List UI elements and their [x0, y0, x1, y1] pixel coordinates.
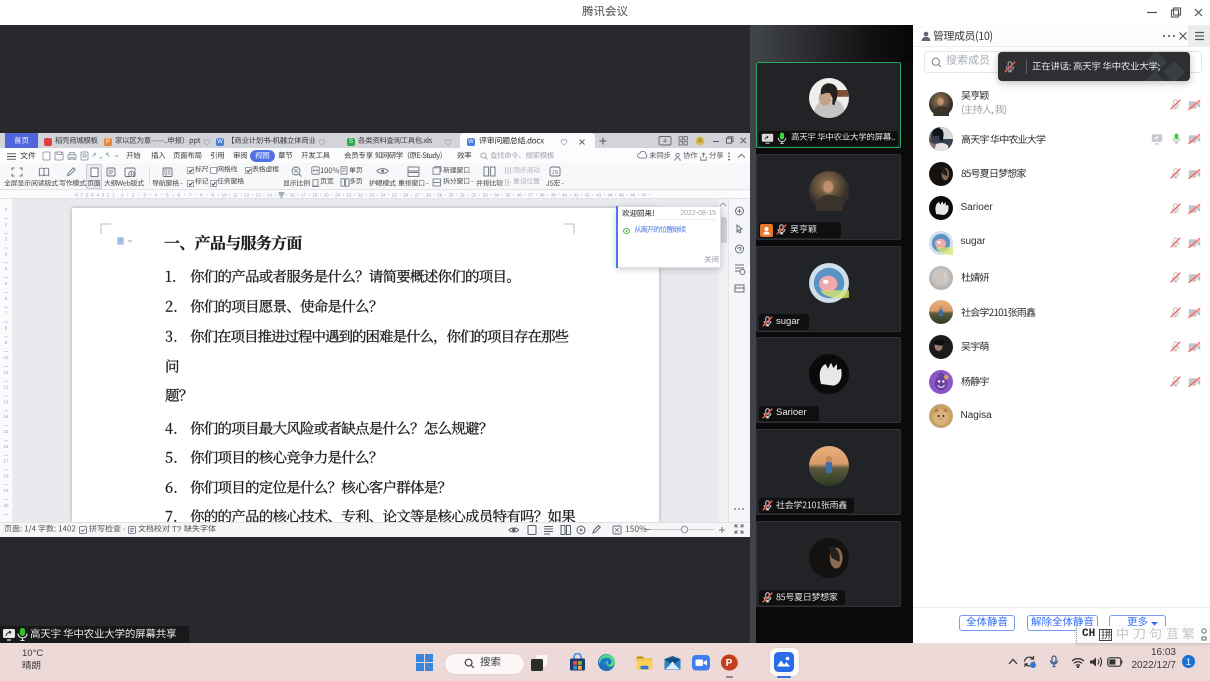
- svg-text:P: P: [726, 658, 733, 669]
